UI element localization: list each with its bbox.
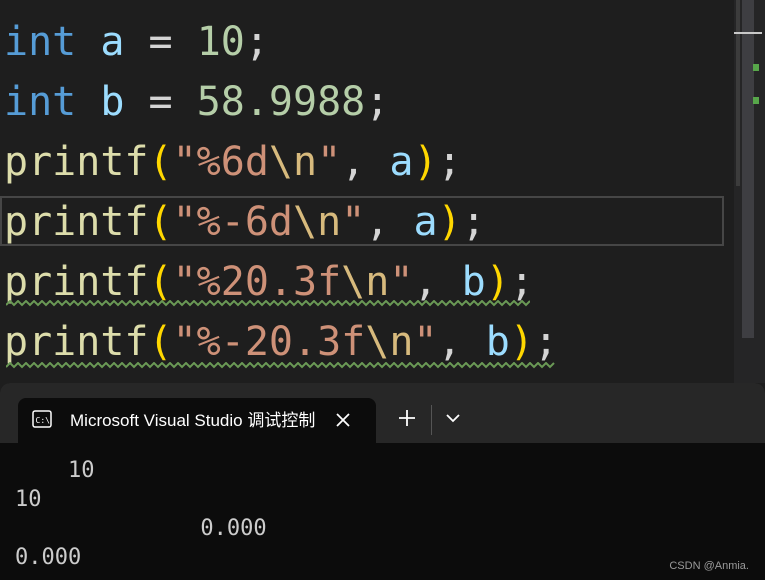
code-token: ; xyxy=(461,199,486,245)
code-token: b xyxy=(485,319,510,365)
terminal-output[interactable]: 10 10 0.000 0.000 xyxy=(0,443,765,580)
code-token: , xyxy=(341,139,390,185)
code-token: printf xyxy=(4,199,149,245)
output-line: 0.000 xyxy=(15,545,82,570)
code-line[interactable]: int a = 10; xyxy=(4,12,269,72)
code-token: a xyxy=(100,19,125,65)
terminal-window: C:\ Microsoft Visual Studio 调试控制台 10 10 … xyxy=(0,383,765,580)
code-token: "%6d xyxy=(172,139,269,185)
code-token: a xyxy=(389,139,414,185)
code-token: \n xyxy=(293,199,342,245)
code-token: int xyxy=(4,79,77,125)
code-token: = xyxy=(124,19,197,65)
code-token: " xyxy=(341,199,366,245)
console-icon: C:\ xyxy=(32,410,52,428)
code-token: ) xyxy=(437,199,462,245)
code-token: ( xyxy=(148,259,173,305)
code-token: , xyxy=(365,199,414,245)
warning-squiggle-graphic xyxy=(6,362,555,369)
code-token: ; xyxy=(244,19,269,65)
code-token: ( xyxy=(148,139,173,185)
code-token: \n xyxy=(268,139,318,185)
terminal-tab[interactable]: C:\ Microsoft Visual Studio 调试控制台 xyxy=(18,398,376,443)
code-token: ; xyxy=(437,139,462,185)
code-token: \n xyxy=(365,319,414,365)
code-token: printf xyxy=(4,139,149,185)
code-editor[interactable]: int a = 10; int b = 58.9988; printf("%6d… xyxy=(0,0,765,383)
code-token: ( xyxy=(148,199,173,245)
output-line: 0.000 xyxy=(15,516,267,541)
code-line[interactable]: printf("%6d\n", a); xyxy=(4,132,462,192)
terminal-tab-title: Microsoft Visual Studio 调试控制台 xyxy=(70,411,316,430)
warning-squiggle[interactable] xyxy=(6,362,556,369)
code-token: ; xyxy=(509,259,534,305)
code-line[interactable]: printf("%-6d\n", a); xyxy=(4,192,486,252)
watermark: CSDN @Anmia. xyxy=(669,560,749,572)
code-token: ) xyxy=(509,319,534,365)
code-token: printf xyxy=(4,259,149,305)
code-token: ; xyxy=(533,319,558,365)
plus-icon[interactable] xyxy=(392,403,422,433)
warning-squiggle-graphic xyxy=(6,300,530,307)
code-token: " xyxy=(389,259,414,305)
code-token: "%20.3f xyxy=(172,259,342,305)
scrollbar-change-marker xyxy=(753,64,759,71)
code-token: int xyxy=(4,19,77,65)
code-token: printf xyxy=(4,319,149,365)
output-line: 10 xyxy=(15,487,42,512)
code-token: , xyxy=(413,259,462,305)
code-token: = xyxy=(124,79,197,125)
change-tracking-bar xyxy=(736,0,740,186)
code-token: , xyxy=(437,319,486,365)
code-token: ; xyxy=(365,79,390,125)
code-token: " xyxy=(317,139,342,185)
svg-text:C:\: C:\ xyxy=(36,416,51,425)
output-line: 10 xyxy=(15,458,95,483)
code-line[interactable]: int b = 58.9988; xyxy=(4,72,389,132)
code-token: "%-20.3f xyxy=(172,319,366,365)
scrollbar-thumb[interactable] xyxy=(742,0,754,338)
code-token: b xyxy=(461,259,486,305)
scrollbar-change-marker xyxy=(753,97,759,104)
code-token: \n xyxy=(341,259,390,305)
terminal-tab-bar: C:\ Microsoft Visual Studio 调试控制台 xyxy=(0,383,765,443)
code-token: a xyxy=(413,199,438,245)
tab-separator xyxy=(431,405,432,435)
code-token: 10 xyxy=(196,19,245,65)
code-token: " xyxy=(413,319,438,365)
close-icon[interactable] xyxy=(330,407,356,433)
code-token: b xyxy=(100,79,125,125)
caret-position-marker xyxy=(734,32,762,34)
code-token: ( xyxy=(148,319,173,365)
code-token: ) xyxy=(485,259,510,305)
warning-squiggle[interactable] xyxy=(6,300,530,307)
code-token: 58.9988 xyxy=(196,79,366,125)
chevron-down-icon[interactable] xyxy=(440,403,466,433)
code-token: ) xyxy=(413,139,438,185)
code-token: "%-6d xyxy=(172,199,294,245)
